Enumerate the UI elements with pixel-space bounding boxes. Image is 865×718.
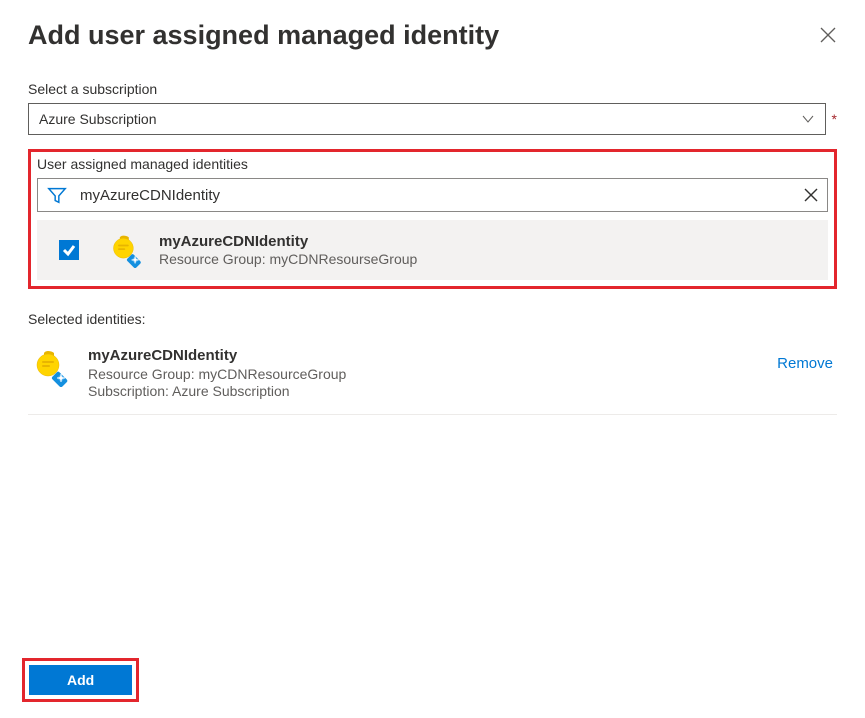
identity-filter-input[interactable] — [80, 187, 803, 204]
filter-row — [37, 178, 828, 212]
identity-result-name: myAzureCDNIdentity — [159, 233, 816, 250]
add-button-highlight: Add — [22, 658, 139, 702]
subscription-label: Select a subscription — [28, 81, 837, 97]
chevron-down-icon — [801, 112, 815, 126]
subscription-dropdown[interactable]: Azure Subscription — [28, 103, 826, 135]
page-title: Add user assigned managed identity — [28, 20, 499, 51]
required-indicator: * — [832, 111, 837, 127]
subscription-value: Azure Subscription — [39, 111, 157, 127]
remove-link[interactable]: Remove — [777, 355, 833, 372]
selected-identity-name: myAzureCDNIdentity — [88, 347, 777, 364]
close-icon[interactable] — [819, 26, 837, 44]
clear-filter-icon[interactable] — [803, 187, 819, 203]
identities-label: User assigned managed identities — [37, 156, 828, 172]
identities-section-highlight: User assigned managed identities myAzure… — [28, 149, 837, 289]
managed-identity-icon — [109, 232, 145, 268]
selected-label: Selected identities: — [28, 311, 837, 327]
identity-result-row[interactable]: myAzureCDNIdentity Resource Group: myCDN… — [37, 220, 828, 280]
identity-checkbox[interactable] — [59, 240, 79, 260]
selected-identity-resource-group: Resource Group: myCDNResourceGroup — [88, 366, 777, 382]
identity-result-resource-group: Resource Group: myCDNResourseGroup — [159, 251, 816, 267]
add-button[interactable]: Add — [29, 665, 132, 695]
selected-identity-subscription: Subscription: Azure Subscription — [88, 383, 777, 399]
selected-identity-row: myAzureCDNIdentity Resource Group: myCDN… — [28, 333, 837, 415]
filter-icon — [46, 184, 68, 206]
managed-identity-icon — [32, 347, 72, 387]
